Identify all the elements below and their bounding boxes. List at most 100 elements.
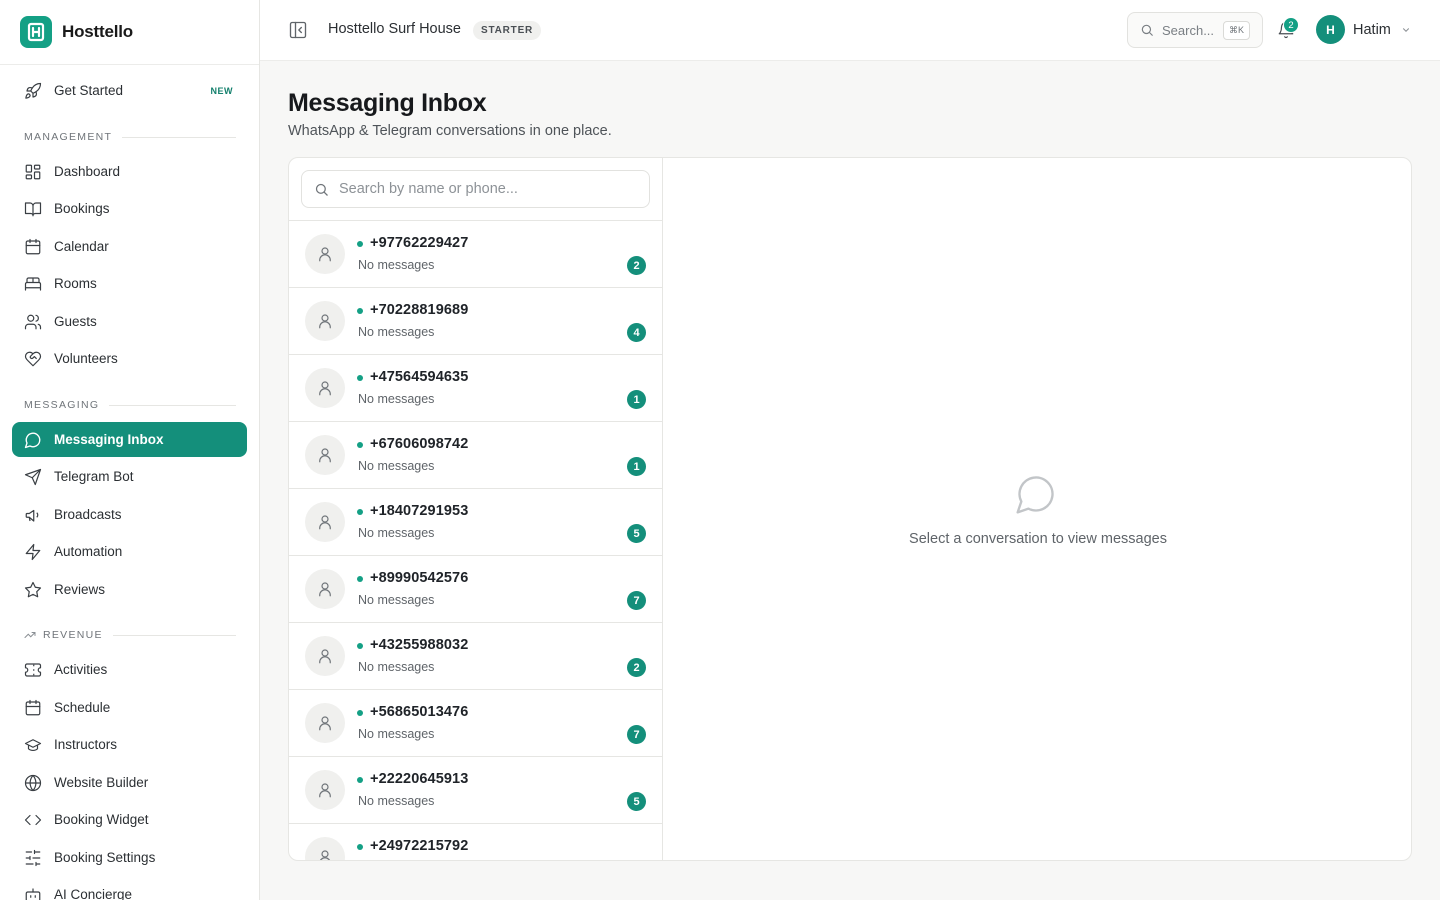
- unread-count-badge: 7: [627, 591, 646, 610]
- online-status-dot: [357, 442, 363, 448]
- conversation-item[interactable]: +47564594635 No messages 1: [289, 355, 662, 422]
- sidebar-item-label: Telegram Bot: [54, 469, 134, 484]
- sidebar-item-automation[interactable]: Automation: [12, 534, 247, 569]
- conversation-search[interactable]: [301, 170, 650, 208]
- inbox-panel: +97762229427 No messages 2 +70228819689 No m…: [288, 157, 1412, 861]
- conversation-search-input[interactable]: [339, 181, 639, 197]
- sidebar-item-website-builder[interactable]: Website Builder: [12, 765, 247, 800]
- contact-phone: +89990542576: [370, 570, 469, 586]
- unread-count-badge: 1: [627, 390, 646, 409]
- sidebar-item-broadcasts[interactable]: Broadcasts: [12, 497, 247, 532]
- sidebar-item-label: Rooms: [54, 276, 97, 291]
- sidebar-item-label: Website Builder: [54, 775, 149, 790]
- message-preview: No messages: [358, 325, 435, 339]
- contact-avatar-icon: [305, 502, 345, 542]
- conversation-item[interactable]: +22220645913 No messages 5: [289, 757, 662, 824]
- conversation-item[interactable]: +18407291953 No messages 5: [289, 489, 662, 556]
- sidebar-item-rooms[interactable]: Rooms: [12, 266, 247, 301]
- book-icon: [24, 200, 42, 218]
- sidebar-item-label: AI Concierge: [54, 887, 133, 900]
- section-label-messaging: MESSAGING: [24, 399, 236, 411]
- sidebar-item-schedule[interactable]: Schedule: [12, 690, 247, 725]
- unread-count-badge: 2: [627, 658, 646, 677]
- sidebar-item-bookings[interactable]: Bookings: [12, 191, 247, 226]
- avatar: H: [1316, 15, 1345, 44]
- message-preview: No messages: [358, 593, 435, 607]
- sidebar-item-guests[interactable]: Guests: [12, 304, 247, 339]
- conversation-list[interactable]: +97762229427 No messages 2 +70228819689 No m…: [289, 158, 663, 860]
- message-preview: No messages: [358, 660, 435, 674]
- sidebar-item-calendar[interactable]: Calendar: [12, 229, 247, 264]
- graduation-cap-icon: [24, 736, 42, 754]
- org-name[interactable]: Hosttello Surf House: [328, 21, 461, 37]
- page-subtitle: WhatsApp & Telegram conversations in one…: [288, 123, 612, 139]
- online-status-dot: [357, 777, 363, 783]
- online-status-dot: [357, 576, 363, 582]
- sidebar-item-label: Automation: [54, 544, 123, 559]
- message-preview: No messages: [358, 794, 435, 808]
- sidebar: Hosttello Get Started NEW MANAGEMENT Das…: [0, 0, 260, 900]
- contact-avatar-icon: [305, 301, 345, 341]
- conversation-item[interactable]: +43255988032 No messages 2: [289, 623, 662, 690]
- empty-state-text: Select a conversation to view messages: [909, 531, 1167, 547]
- conversation-item[interactable]: +89990542576 No messages 7: [289, 556, 662, 623]
- megaphone-icon: [24, 506, 42, 524]
- conversation-item[interactable]: +67606098742 No messages 1: [289, 422, 662, 489]
- conversation-item[interactable]: +56865013476 No messages 7: [289, 690, 662, 757]
- sidebar-item-label: Volunteers: [54, 351, 118, 366]
- contact-avatar-icon: [305, 770, 345, 810]
- notification-count-badge: 2: [1283, 17, 1299, 33]
- ticket-icon: [24, 661, 42, 679]
- sidebar-toggle-icon[interactable]: [288, 20, 308, 40]
- search-shortcut: ⌘K: [1222, 21, 1250, 40]
- sidebar-item-get-started[interactable]: Get Started NEW: [12, 73, 247, 108]
- sidebar-item-booking-widget[interactable]: Booking Widget: [12, 802, 247, 837]
- online-status-dot: [357, 844, 363, 850]
- conversation-item[interactable]: +24972215792: [289, 824, 662, 860]
- bed-icon: [24, 275, 42, 293]
- dashboard-icon: [24, 163, 42, 181]
- sidebar-item-ai-concierge[interactable]: AI Concierge: [12, 877, 247, 900]
- page-title: Messaging Inbox: [288, 89, 487, 117]
- sidebar-item-booking-settings[interactable]: Booking Settings: [12, 840, 247, 875]
- contact-phone: +67606098742: [370, 436, 469, 452]
- zap-icon: [24, 543, 42, 561]
- calendar-icon: [24, 699, 42, 717]
- online-status-dot: [357, 509, 363, 515]
- brand-name: Hosttello: [62, 22, 133, 41]
- plan-badge: STARTER: [473, 21, 542, 40]
- sidebar-item-activities[interactable]: Activities: [12, 652, 247, 687]
- sidebar-item-label: Booking Widget: [54, 812, 149, 827]
- contact-avatar-icon: [305, 837, 345, 860]
- user-menu[interactable]: H Hatim: [1316, 15, 1411, 44]
- sidebar-item-messaging-inbox[interactable]: Messaging Inbox: [12, 422, 247, 457]
- sidebar-item-instructors[interactable]: Instructors: [12, 727, 247, 762]
- contact-phone: +47564594635: [370, 369, 469, 385]
- sidebar-item-dashboard[interactable]: Dashboard: [12, 154, 247, 189]
- contact-phone: +24972215792: [370, 838, 469, 854]
- sidebar-item-volunteers[interactable]: Volunteers: [12, 341, 247, 376]
- sidebar-item-label: Reviews: [54, 582, 106, 597]
- sidebar-item-label: Booking Settings: [54, 850, 156, 865]
- contact-phone: +70228819689: [370, 302, 469, 318]
- globe-icon: [24, 774, 42, 792]
- contact-avatar-icon: [305, 636, 345, 676]
- message-preview: No messages: [358, 258, 435, 272]
- sidebar-item-label: Activities: [54, 662, 108, 677]
- contact-avatar-icon: [305, 435, 345, 475]
- contact-phone: +56865013476: [370, 704, 469, 720]
- global-search-button[interactable]: Search... ⌘K: [1127, 12, 1263, 48]
- unread-count-badge: 5: [627, 524, 646, 543]
- sidebar-item-telegram-bot[interactable]: Telegram Bot: [12, 459, 247, 494]
- message-preview: No messages: [358, 526, 435, 540]
- conversation-item[interactable]: +70228819689 No messages 4: [289, 288, 662, 355]
- conversation-item[interactable]: +97762229427 No messages 2: [289, 221, 662, 288]
- message-preview: No messages: [358, 459, 435, 473]
- sidebar-item-reviews[interactable]: Reviews: [12, 572, 247, 607]
- trending-up-icon: [24, 629, 36, 641]
- online-status-dot: [357, 375, 363, 381]
- sidebar-item-label: Dashboard: [54, 164, 121, 179]
- brand[interactable]: Hosttello: [0, 0, 259, 65]
- section-label-management: MANAGEMENT: [24, 131, 236, 143]
- topbar: Hosttello Surf House STARTER Search... ⌘…: [260, 0, 1440, 61]
